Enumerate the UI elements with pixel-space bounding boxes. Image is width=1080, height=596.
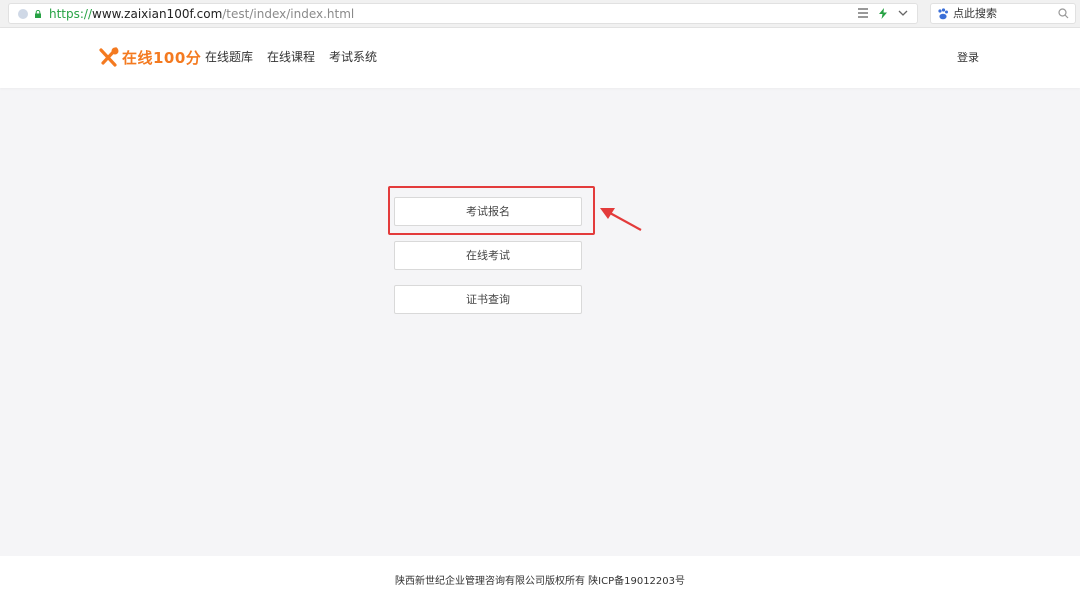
lock-icon <box>35 10 41 18</box>
chevron-down-icon[interactable] <box>897 7 909 19</box>
url-path: /test/index/index.html <box>222 7 355 21</box>
nav-question-bank[interactable]: 在线题库 <box>205 48 253 66</box>
grid-icon[interactable] <box>857 7 869 19</box>
site-header: 在线100分 在线题库 在线课程 考试系统 登录 <box>0 28 1080 88</box>
search-icon[interactable] <box>1058 8 1069 19</box>
action-button-group: 考试报名 在线考试 证书查询 <box>394 197 582 329</box>
nav-online-courses[interactable]: 在线课程 <box>267 48 315 66</box>
url-scheme: https:// <box>49 7 93 21</box>
certificate-query-button[interactable]: 证书查询 <box>394 285 582 314</box>
url-host: www.zaixian100f.com <box>92 7 223 21</box>
url-text[interactable]: https://www.zaixian100f.com/test/index/i… <box>49 6 354 22</box>
search-box[interactable]: 点此搜索 <box>930 3 1076 24</box>
browser-toolbar: https://www.zaixian100f.com/test/index/i… <box>0 0 1080 28</box>
lightning-icon[interactable] <box>877 7 889 19</box>
login-link[interactable]: 登录 <box>957 49 979 65</box>
footer-copyright: 陕西新世纪企业管理咨询有限公司版权所有 陕ICP备19012203号 <box>394 576 686 587</box>
footer: 陕西新世纪企业管理咨询有限公司版权所有 陕ICP备19012203号 <box>0 556 1080 596</box>
tools-icon <box>99 47 119 67</box>
address-bar[interactable]: https://www.zaixian100f.com/test/index/i… <box>8 3 918 24</box>
site-logo[interactable]: 在线100分 <box>98 46 201 68</box>
exam-registration-button[interactable]: 考试报名 <box>394 197 582 226</box>
logo-text: 在线100分 <box>122 48 202 67</box>
baidu-paw-icon <box>938 8 948 20</box>
site-info-icon[interactable] <box>18 9 28 19</box>
nav-exam-system[interactable]: 考试系统 <box>329 48 377 66</box>
main-nav: 在线题库 在线课程 考试系统 <box>205 48 377 66</box>
online-exam-button[interactable]: 在线考试 <box>394 241 582 270</box>
search-placeholder: 点此搜索 <box>953 7 997 20</box>
annotation-arrow-icon <box>600 208 642 231</box>
